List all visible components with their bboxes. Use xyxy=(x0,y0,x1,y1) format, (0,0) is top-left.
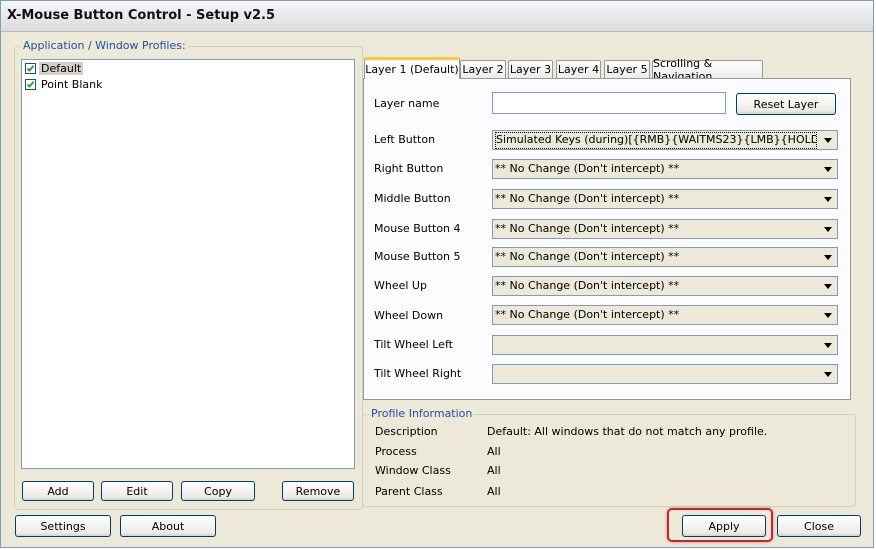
wheel-down-value: ** No Change (Don't intercept) ** xyxy=(495,308,680,321)
middle-button-label: Middle Button xyxy=(374,192,451,205)
dropdown-arrow-icon[interactable] xyxy=(819,131,837,149)
tab-layer-1[interactable]: Layer 1 (Default) xyxy=(364,57,460,79)
reset-layer-button[interactable]: Reset Layer xyxy=(736,93,836,115)
description-label: Description xyxy=(375,425,438,438)
wheel-down-select[interactable]: ** No Change (Don't intercept) ** xyxy=(492,305,838,325)
tab-layer-5[interactable]: Layer 5 xyxy=(604,60,650,78)
copy-profile-button[interactable]: Copy xyxy=(181,481,255,501)
process-value: All xyxy=(487,445,501,458)
profile-item-default[interactable]: Default xyxy=(25,61,84,76)
wheel-up-label: Wheel Up xyxy=(374,279,427,292)
right-button-value: ** No Change (Don't intercept) ** xyxy=(495,162,680,175)
right-button-label: Right Button xyxy=(374,162,444,175)
dropdown-arrow-icon[interactable] xyxy=(819,220,837,238)
dropdown-arrow-icon[interactable] xyxy=(819,306,837,324)
mouse-button-5-label: Mouse Button 5 xyxy=(374,250,461,263)
tilt-wheel-right-label: Tilt Wheel Right xyxy=(374,367,462,380)
profile-item-label: Point Blank xyxy=(41,78,103,91)
mouse-button-4-value: ** No Change (Don't intercept) ** xyxy=(495,222,680,235)
tilt-wheel-left-select[interactable] xyxy=(492,335,838,355)
settings-button[interactable]: Settings xyxy=(15,515,111,537)
mouse-button-4-label: Mouse Button 4 xyxy=(374,222,461,235)
tab-layer-3[interactable]: Layer 3 xyxy=(508,60,553,78)
tab-layer-2[interactable]: Layer 2 xyxy=(460,60,506,78)
layer-name-input[interactable] xyxy=(492,92,726,114)
left-button-select[interactable]: Simulated Keys (during)[{RMB}{WAITMS23}{… xyxy=(492,130,838,150)
checkbox-checked-icon[interactable] xyxy=(25,79,36,90)
tab-scrolling-navigation[interactable]: Scrolling & Navigation xyxy=(652,57,763,83)
mouse-button-4-select[interactable]: ** No Change (Don't intercept) ** xyxy=(492,219,838,239)
dropdown-arrow-icon[interactable] xyxy=(819,365,837,383)
dropdown-arrow-icon[interactable] xyxy=(819,190,837,208)
profile-item-point-blank[interactable]: Point Blank xyxy=(25,77,105,92)
apply-button[interactable]: Apply xyxy=(682,515,766,537)
tilt-wheel-right-value xyxy=(495,367,817,381)
add-profile-button[interactable]: Add xyxy=(22,481,94,501)
setup-window: X-Mouse Button Control - Setup v2.5 Appl… xyxy=(0,0,874,548)
profile-info-group: Profile Information Description Default:… xyxy=(362,407,856,507)
tab-layer-4[interactable]: Layer 4 xyxy=(556,60,601,78)
profiles-group-label: Application / Window Profiles: xyxy=(21,39,188,52)
wheel-up-value: ** No Change (Don't intercept) ** xyxy=(495,279,680,292)
window-class-value: All xyxy=(487,464,501,477)
edit-profile-button[interactable]: Edit xyxy=(101,481,173,501)
middle-button-select[interactable]: ** No Change (Don't intercept) ** xyxy=(492,189,838,209)
mouse-button-5-select[interactable]: ** No Change (Don't intercept) ** xyxy=(492,247,838,267)
tilt-wheel-right-select[interactable] xyxy=(492,364,838,384)
title-bar[interactable]: X-Mouse Button Control - Setup v2.5 xyxy=(1,1,873,32)
tilt-wheel-left-value xyxy=(495,338,817,352)
dropdown-arrow-icon[interactable] xyxy=(819,336,837,354)
dropdown-arrow-icon[interactable] xyxy=(819,248,837,266)
close-button[interactable]: Close xyxy=(777,515,861,537)
profile-item-label: Default xyxy=(39,62,84,75)
right-button-select[interactable]: ** No Change (Don't intercept) ** xyxy=(492,159,838,179)
left-button-value: Simulated Keys (during)[{RMB}{WAITMS23}{… xyxy=(495,132,817,149)
parent-class-label: Parent Class xyxy=(375,485,443,498)
about-button[interactable]: About xyxy=(120,515,216,537)
profile-list[interactable]: Default Point Blank xyxy=(21,59,355,469)
wheel-up-select[interactable]: ** No Change (Don't intercept) ** xyxy=(492,276,838,296)
process-label: Process xyxy=(375,445,417,458)
window-title: X-Mouse Button Control - Setup v2.5 xyxy=(7,8,276,23)
left-button-label: Left Button xyxy=(374,133,436,146)
mouse-button-5-value: ** No Change (Don't intercept) ** xyxy=(495,250,680,263)
window-class-label: Window Class xyxy=(375,464,451,477)
dropdown-arrow-icon[interactable] xyxy=(819,277,837,295)
layer-tab-panel: Layer name Reset Layer Left Button Simul… xyxy=(363,78,851,400)
tilt-wheel-left-label: Tilt Wheel Left xyxy=(374,338,453,351)
description-value: Default: All windows that do not match a… xyxy=(487,425,768,438)
layer-name-label: Layer name xyxy=(374,97,440,110)
dropdown-arrow-icon[interactable] xyxy=(819,160,837,178)
middle-button-value: ** No Change (Don't intercept) ** xyxy=(495,192,680,205)
parent-class-value: All xyxy=(487,485,501,498)
checkbox-checked-icon[interactable] xyxy=(25,63,36,74)
wheel-down-label: Wheel Down xyxy=(374,309,444,322)
profile-info-group-label: Profile Information xyxy=(369,407,475,420)
remove-profile-button[interactable]: Remove xyxy=(282,481,354,501)
